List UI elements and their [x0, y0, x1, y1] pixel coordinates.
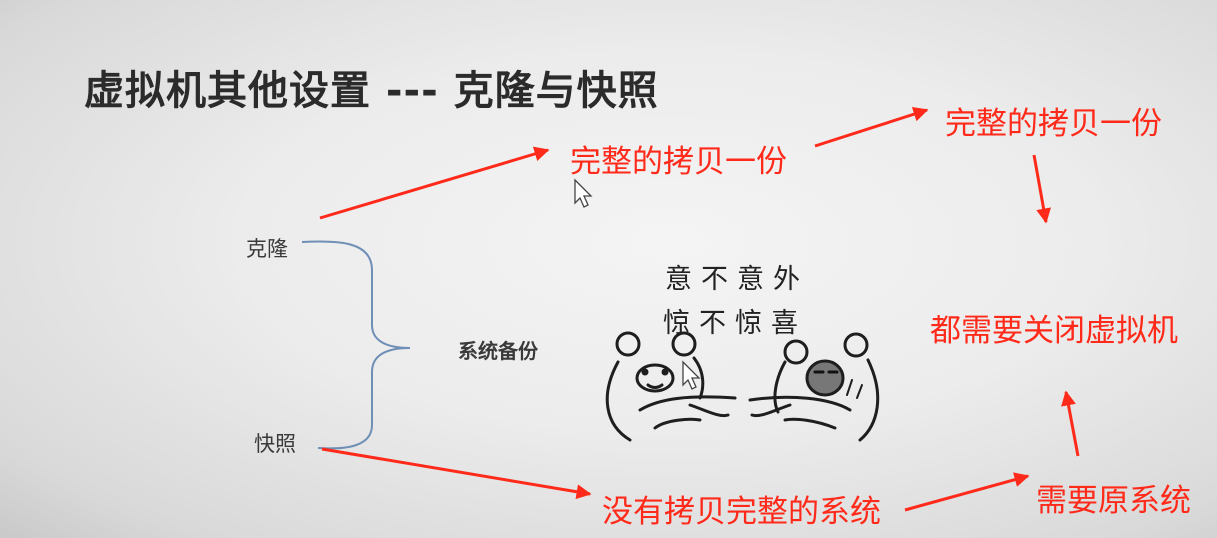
- arrow-copy-to-copy: [814, 106, 929, 148]
- bear-meme-icon: [605, 331, 880, 442]
- arrow-clone-to-copy: [319, 146, 550, 220]
- curly-brace: [301, 240, 411, 450]
- arrow-up-to-shutdown: [1061, 390, 1080, 457]
- arrow-down-to-shutdown: [1032, 154, 1052, 224]
- mouse-cursor-icon: [574, 178, 593, 208]
- arrow-snapshot-to-nocopy: [321, 447, 592, 500]
- arrow-nocopy-to-original: [904, 472, 1030, 512]
- slide-graphics: [301, 106, 1080, 512]
- mouse-cursor-icon: [682, 360, 701, 390]
